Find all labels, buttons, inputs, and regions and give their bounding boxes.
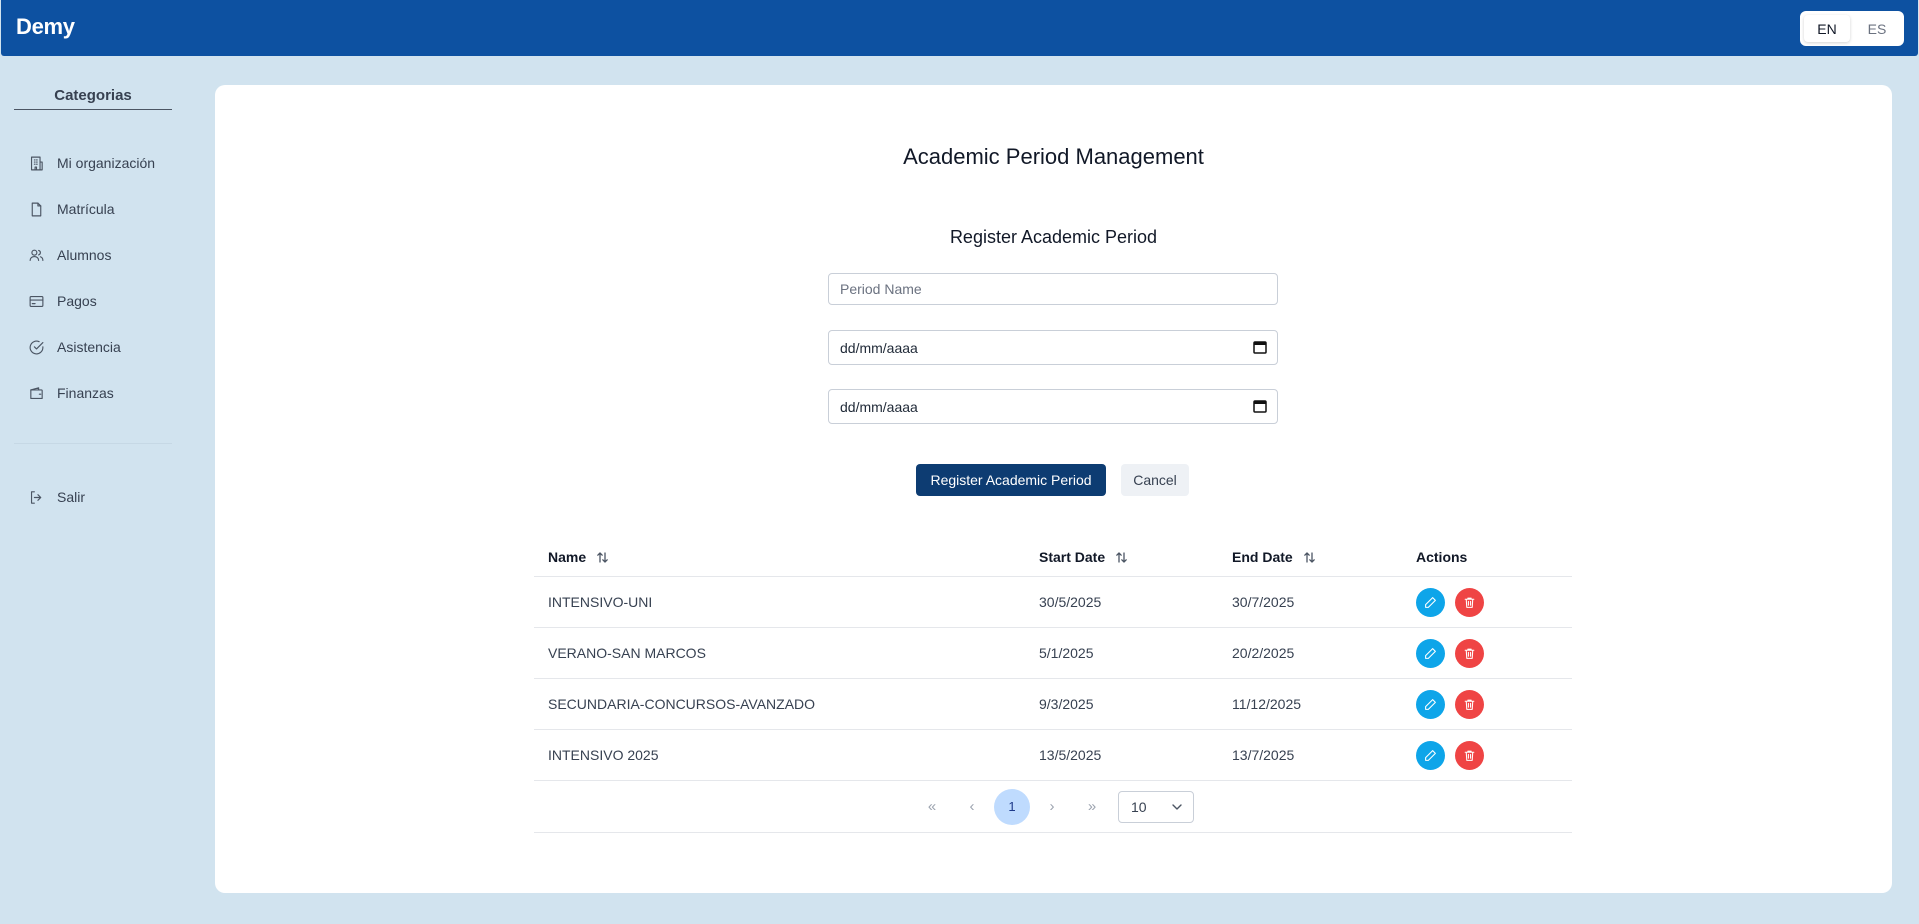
cell-actions <box>1416 740 1572 770</box>
cell-end-date: 20/2/2025 <box>1232 645 1295 661</box>
cell-end-date: 30/7/2025 <box>1232 594 1295 610</box>
pencil-icon <box>1425 698 1436 710</box>
trash-icon <box>1464 648 1475 659</box>
sidebar-item-label: Pagos <box>57 293 97 309</box>
start-date-input[interactable]: dd/mm/aaaa <box>828 330 1278 365</box>
page-1-button[interactable]: 1 <box>994 788 1030 825</box>
last-page-button[interactable]: » <box>1072 789 1112 825</box>
users-icon <box>29 249 44 261</box>
cell-name: INTENSIVO 2025 <box>548 747 659 763</box>
sidebar-divider <box>14 443 172 444</box>
pagination: « ‹ 1 › » 10 <box>534 781 1572 833</box>
cell-actions <box>1416 587 1572 617</box>
sidebar-item-pagos[interactable]: Pagos <box>14 278 172 324</box>
language-switcher: EN ES <box>1800 11 1904 46</box>
table-row: INTENSIVO 2025 13/5/2025 13/7/2025 <box>534 730 1572 781</box>
sidebar-item-mi-organizacion[interactable]: Mi organización <box>14 140 172 186</box>
delete-button[interactable] <box>1454 740 1484 770</box>
prev-page-button[interactable]: ‹ <box>952 789 992 825</box>
pencil-icon <box>1425 749 1436 761</box>
header-actions: Actions <box>1416 548 1468 565</box>
sidebar-item-label: Matrícula <box>57 201 115 217</box>
page-size-select[interactable]: 10 <box>1118 790 1194 823</box>
next-page-button[interactable]: › <box>1032 789 1072 825</box>
cell-actions <box>1416 689 1572 719</box>
building-icon <box>30 156 43 170</box>
trash-icon <box>1464 597 1475 608</box>
file-icon <box>31 202 42 216</box>
delete-button[interactable] <box>1454 587 1484 617</box>
cell-name: INTENSIVO-UNI <box>548 594 653 610</box>
cell-start-date: 13/5/2025 <box>1039 747 1102 763</box>
pencil-icon <box>1425 596 1436 608</box>
page-title: Academic Period Management <box>903 144 1204 169</box>
sidebar-nav: Mi organización Matrícula Alumnos Pagos … <box>14 140 172 520</box>
sidebar-item-asistencia[interactable]: Asistencia <box>14 324 172 370</box>
cell-start-date: 5/1/2025 <box>1039 645 1094 661</box>
header-name-label: Name <box>548 548 587 565</box>
cancel-button[interactable]: Cancel <box>1121 464 1189 496</box>
chevron-down-icon <box>1172 803 1182 810</box>
logout-icon <box>30 490 42 504</box>
delete-button[interactable] <box>1454 638 1484 668</box>
end-date-value: dd/mm/aaaa <box>840 398 918 415</box>
lang-es-button[interactable]: ES <box>1854 15 1900 42</box>
cell-actions <box>1416 638 1572 668</box>
start-date-value: dd/mm/aaaa <box>840 339 918 356</box>
cell-start-date: 9/3/2025 <box>1039 696 1094 712</box>
first-page-button[interactable]: « <box>912 789 952 825</box>
page-size-value: 10 <box>1131 798 1147 815</box>
table-header: Name Start Date End Date Actions <box>534 537 1572 577</box>
top-bar: Demy EN ES <box>1 0 1918 56</box>
sort-icon[interactable] <box>1115 551 1128 564</box>
edit-button[interactable] <box>1416 740 1445 770</box>
cell-name: VERANO-SAN MARCOS <box>548 645 706 661</box>
edit-button[interactable] <box>1416 587 1445 617</box>
sidebar-item-finanzas[interactable]: Finanzas <box>14 370 172 416</box>
wallet-icon <box>30 386 43 399</box>
sidebar-item-label: Finanzas <box>57 385 114 401</box>
sidebar: Categorias Mi organización Matrícula Alu… <box>14 80 172 520</box>
lang-en-button[interactable]: EN <box>1804 15 1850 42</box>
period-name-input[interactable]: Period Name <box>828 273 1278 305</box>
sidebar-item-label: Asistencia <box>57 339 121 355</box>
sidebar-item-label: Salir <box>57 489 86 505</box>
end-date-input[interactable]: dd/mm/aaaa <box>828 389 1278 424</box>
edit-button[interactable] <box>1416 638 1445 668</box>
cell-name: SECUNDARIA-CONCURSOS-AVANZADO <box>548 696 816 712</box>
table-row: SECUNDARIA-CONCURSOS-AVANZADO 9/3/2025 1… <box>534 679 1572 730</box>
sidebar-item-label: Alumnos <box>57 247 112 263</box>
cell-end-date: 13/7/2025 <box>1232 747 1295 763</box>
table-row: VERANO-SAN MARCOS 5/1/2025 20/2/2025 <box>534 628 1572 679</box>
calendar-icon[interactable] <box>1253 399 1267 413</box>
trash-icon <box>1464 750 1475 761</box>
sidebar-item-alumnos[interactable]: Alumnos <box>14 232 172 278</box>
header-name[interactable]: Name <box>534 549 1039 565</box>
sidebar-item-matricula[interactable]: Matrícula <box>14 186 172 232</box>
sort-icon[interactable] <box>1303 551 1316 564</box>
trash-icon <box>1464 699 1475 710</box>
periods-table: Name Start Date End Date Actions INTENSI… <box>534 537 1572 833</box>
main-card: Academic Period Management Register Acad… <box>215 85 1892 893</box>
delete-button[interactable] <box>1454 689 1484 719</box>
calendar-icon[interactable] <box>1253 340 1267 354</box>
sidebar-item-label: Mi organización <box>57 155 156 171</box>
sidebar-item-salir[interactable]: Salir <box>14 474 172 520</box>
check-circle-icon <box>29 340 44 354</box>
brand-logo[interactable]: Demy <box>16 14 75 40</box>
cell-start-date: 30/5/2025 <box>1039 594 1102 610</box>
header-start-label: Start Date <box>1039 548 1106 565</box>
header-end-label: End Date <box>1232 548 1293 565</box>
form-title: Register Academic Period <box>949 227 1158 247</box>
register-period-button[interactable]: Register Academic Period <box>916 464 1106 496</box>
sort-icon[interactable] <box>596 551 609 564</box>
cell-end-date: 11/12/2025 <box>1232 696 1302 712</box>
header-end-date[interactable]: End Date <box>1232 549 1416 565</box>
credit-card-icon <box>29 295 44 307</box>
edit-button[interactable] <box>1416 689 1445 719</box>
pencil-icon <box>1425 647 1436 659</box>
table-row: INTENSIVO-UNI 30/5/2025 30/7/2025 <box>534 577 1572 628</box>
header-start-date[interactable]: Start Date <box>1039 549 1232 565</box>
sidebar-title: Categorias <box>14 80 172 110</box>
